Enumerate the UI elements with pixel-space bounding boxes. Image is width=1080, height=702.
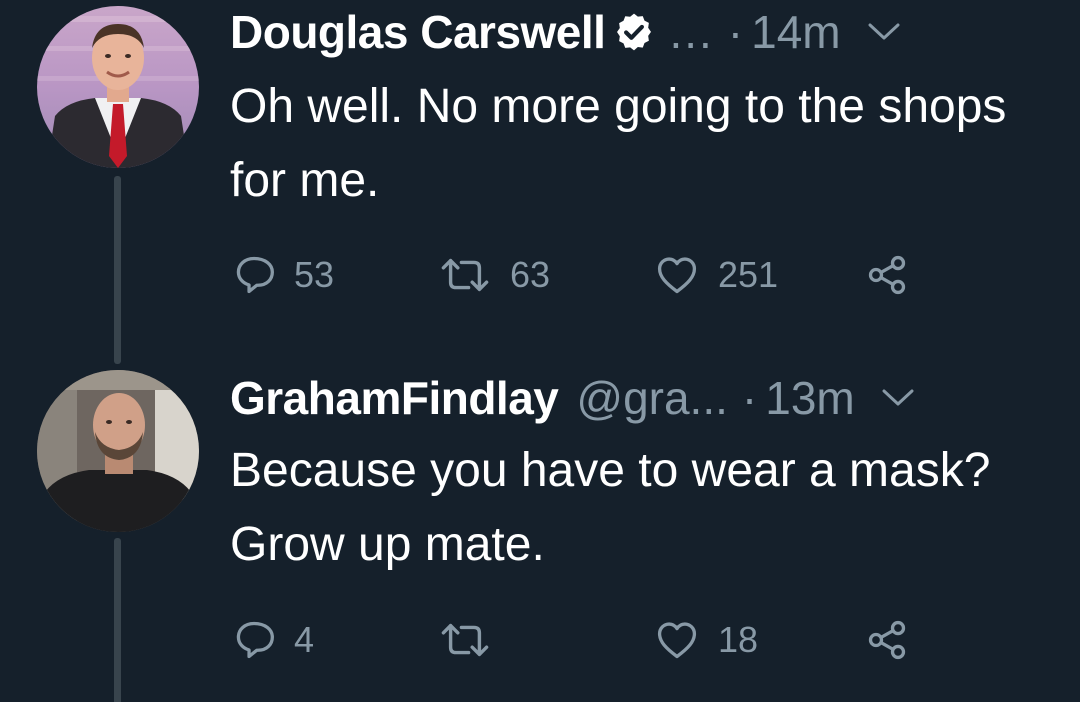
share-button[interactable] <box>864 615 910 665</box>
avatar[interactable] <box>37 6 199 168</box>
share-button[interactable] <box>864 250 910 300</box>
tweet-actions: 4 18 <box>232 615 932 665</box>
like-icon <box>657 622 697 659</box>
timestamp[interactable]: 14m <box>751 2 840 62</box>
share-icon <box>868 620 906 660</box>
chevron-down-icon[interactable] <box>867 22 901 42</box>
handle[interactable]: @gra... <box>576 368 728 428</box>
thread-line <box>114 538 121 702</box>
tweet-header: GrahamFindlay @gra... · 13m <box>230 368 915 428</box>
reply-icon <box>236 621 274 659</box>
handle[interactable]: ... <box>669 2 713 62</box>
tweet-text: Because you have to wear a mask? Grow up… <box>230 444 991 571</box>
retweet-icon <box>441 623 489 657</box>
timestamp[interactable]: 13m <box>765 368 854 428</box>
chevron-down-icon[interactable] <box>881 388 915 408</box>
avatar-photo <box>37 370 199 532</box>
separator: · <box>741 372 758 424</box>
retweet-count: 63 <box>510 254 551 295</box>
display-name[interactable]: GrahamFindlay <box>230 368 559 428</box>
tweet-actions: 53 63 251 <box>232 250 932 300</box>
thread-line <box>114 176 121 364</box>
tweet-thread: Douglas Carswell ... · 14m Oh well. No m… <box>0 0 1080 702</box>
tweet[interactable]: Douglas Carswell ... · 14m Oh well. No m… <box>0 0 1080 364</box>
avatar[interactable] <box>37 370 199 532</box>
like-button[interactable]: 251 <box>654 250 778 300</box>
reply-count: 4 <box>294 619 315 660</box>
like-button[interactable]: 18 <box>654 615 758 665</box>
reply-button[interactable]: 4 <box>232 615 314 665</box>
tweet-header: Douglas Carswell ... · 14m <box>230 2 901 62</box>
like-count: 18 <box>718 619 759 660</box>
like-count: 251 <box>718 254 779 295</box>
tweet[interactable]: GrahamFindlay @gra... · 13m Because you … <box>0 360 1080 702</box>
avatar-photo <box>37 6 199 168</box>
like-icon <box>657 257 697 294</box>
display-name[interactable]: Douglas Carswell <box>230 2 606 62</box>
separator: · <box>727 6 744 58</box>
reply-count: 53 <box>294 254 335 295</box>
reply-icon <box>236 256 274 294</box>
retweet-icon <box>441 258 489 292</box>
tweet-text: Oh well. No more going to the shops for … <box>230 80 1007 207</box>
retweet-button[interactable] <box>438 615 510 665</box>
retweet-button[interactable]: 63 <box>438 250 550 300</box>
verified-badge-icon <box>617 13 652 51</box>
share-icon <box>868 255 906 295</box>
reply-button[interactable]: 53 <box>232 250 334 300</box>
